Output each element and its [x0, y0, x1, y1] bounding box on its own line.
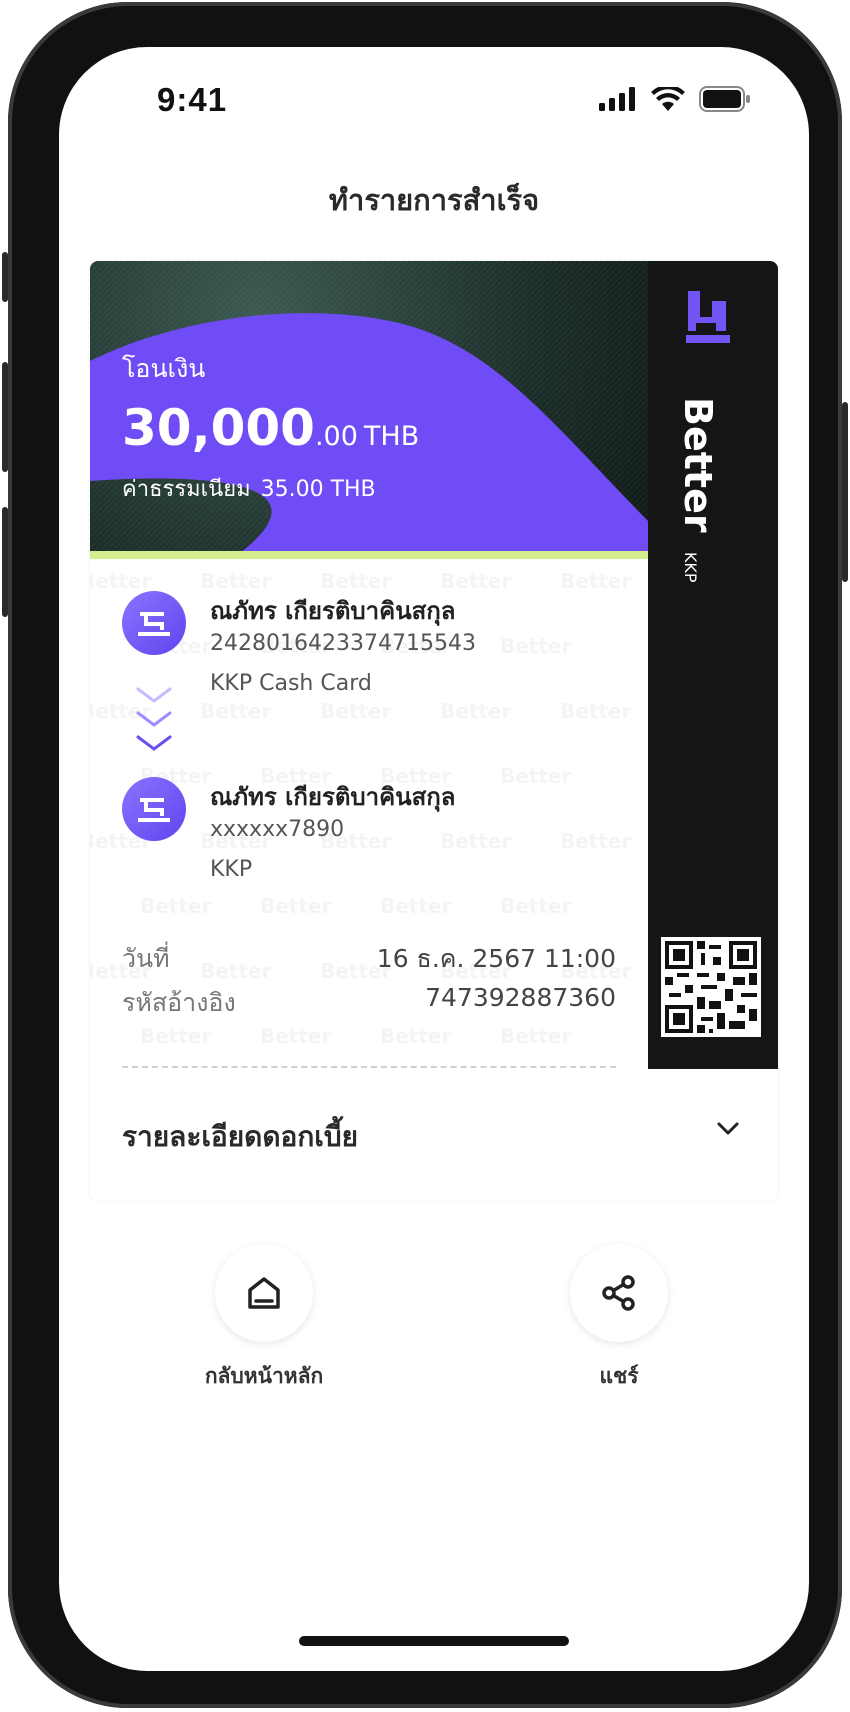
share-button-circle[interactable] — [570, 1244, 668, 1342]
chevron-down-icon — [717, 1122, 739, 1135]
share-button-label: แชร์ — [599, 1364, 639, 1388]
receipt-card: โอนเงิน 30,000.00 THB ค่าธรรมเนียม 35.00 T… — [90, 261, 778, 1201]
watermark-text: Better — [440, 569, 511, 593]
watermark-text: Better — [500, 634, 571, 658]
watermark-text: Better — [200, 699, 271, 723]
reference-label: รหัสอ้างอิง — [122, 988, 236, 1017]
watermark-text: Better — [200, 959, 271, 983]
home-icon — [248, 1277, 280, 1309]
watermark-text: Better — [500, 1024, 571, 1048]
watermark-text: Better — [440, 829, 511, 853]
watermark-text: Better — [380, 1024, 451, 1048]
home-button[interactable]: กลับหน้าหลัก — [164, 1244, 364, 1393]
watermark-text: Better — [500, 764, 571, 788]
qr-code — [661, 937, 761, 1037]
fee-label: ค่าธรรมเนียม — [122, 477, 251, 502]
interest-details-toggle[interactable]: รายละเอียดดอกเบี้ย — [90, 1069, 778, 1201]
mute-switch — [2, 252, 8, 302]
watermark-text: Better — [380, 894, 451, 918]
home-button-circle[interactable] — [215, 1244, 313, 1342]
watermark-text: Better — [200, 569, 271, 593]
fee-value: 35.00 THB — [260, 477, 376, 502]
interest-details-label: รายละเอียดดอกเบี้ย — [122, 1120, 359, 1153]
home-indicator[interactable] — [299, 1636, 569, 1646]
device-frame: 9:41 ทำรายการสำเร็จ โอนเงิน 30,000.00 TH… — [2, 2, 848, 1708]
watermark-text: Better — [260, 894, 331, 918]
screen: 9:41 ทำรายการสำเร็จ โอนเงิน 30,000.00 TH… — [59, 47, 809, 1671]
watermark-text: Better — [500, 894, 571, 918]
transfer-type-label: โอนเงิน — [122, 354, 206, 383]
power-button — [842, 402, 848, 582]
status-icons — [599, 86, 751, 112]
recipient-name: ณภัทร เกียรติบาคินสกุล — [210, 783, 456, 811]
recipient-bank-logo-icon — [122, 777, 186, 841]
battery-icon — [699, 86, 750, 112]
brand-strip: Better KKP — [648, 261, 778, 1069]
share-button[interactable]: แชร์ — [519, 1244, 719, 1393]
brand-mark: Better KKP — [676, 287, 750, 582]
watermark-text: Better — [320, 569, 391, 593]
reference-value: 747392887360 — [425, 983, 616, 1012]
recipient-bank: KKP — [210, 857, 253, 882]
share-icon — [602, 1275, 635, 1311]
watermark-text: Better — [320, 699, 391, 723]
recipient-account: xxxxxx7890 — [210, 817, 345, 842]
wifi-icon — [651, 87, 685, 111]
watermark-text: Better — [140, 894, 211, 918]
watermark-text: Better — [140, 1024, 211, 1048]
transfer-amount: 30,000.00 THB — [122, 399, 419, 457]
date-label: วันที่ — [122, 944, 170, 973]
sender-account: 2428016423374715543 — [210, 631, 476, 656]
status-bar: 9:41 — [59, 47, 809, 157]
divider — [122, 1066, 616, 1068]
brand-wordmark: Better KKP — [676, 397, 720, 582]
page-title: ทำรายการสำเร็จ — [328, 183, 540, 217]
watermark-text: Better — [90, 569, 151, 593]
amount-banner: โอนเงิน 30,000.00 THB ค่าธรรมเนียม 35.00 T… — [90, 261, 648, 553]
amount-integer: 30,000 — [122, 399, 315, 457]
volume-up-button — [2, 362, 8, 472]
sender-name: ณภัทร เกียรติบาคินสกุล — [210, 597, 456, 625]
fee-line: ค่าธรรมเนียม 35.00 THB — [122, 471, 376, 506]
volume-down-button — [2, 507, 8, 617]
kkp-logo-icon — [138, 798, 170, 822]
brand-name: Better — [676, 397, 720, 533]
sender-bank-logo-icon — [122, 591, 186, 655]
status-time: 9:41 — [157, 81, 228, 118]
sender-bank: KKP Cash Card — [210, 671, 372, 696]
watermark-text: Better — [560, 699, 631, 723]
home-button-label: กลับหน้าหลัก — [204, 1364, 324, 1388]
chevrons-down-icon — [136, 687, 172, 751]
amount-decimal: .00 — [314, 421, 358, 452]
date-value: 16 ธ.ค. 2567 11:00 — [376, 944, 616, 973]
kkp-logo-icon — [686, 291, 730, 343]
watermark-text: Better — [560, 569, 631, 593]
watermark-text: Better — [260, 1024, 331, 1048]
watermark-text: Better — [560, 829, 631, 853]
amount-currency: THB — [363, 421, 420, 452]
banner-accent-line — [90, 551, 648, 559]
kkp-logo-icon — [138, 612, 170, 636]
watermark-text: Better — [440, 699, 511, 723]
brand-sub: KKP — [681, 551, 700, 583]
signal-icon — [599, 87, 635, 111]
